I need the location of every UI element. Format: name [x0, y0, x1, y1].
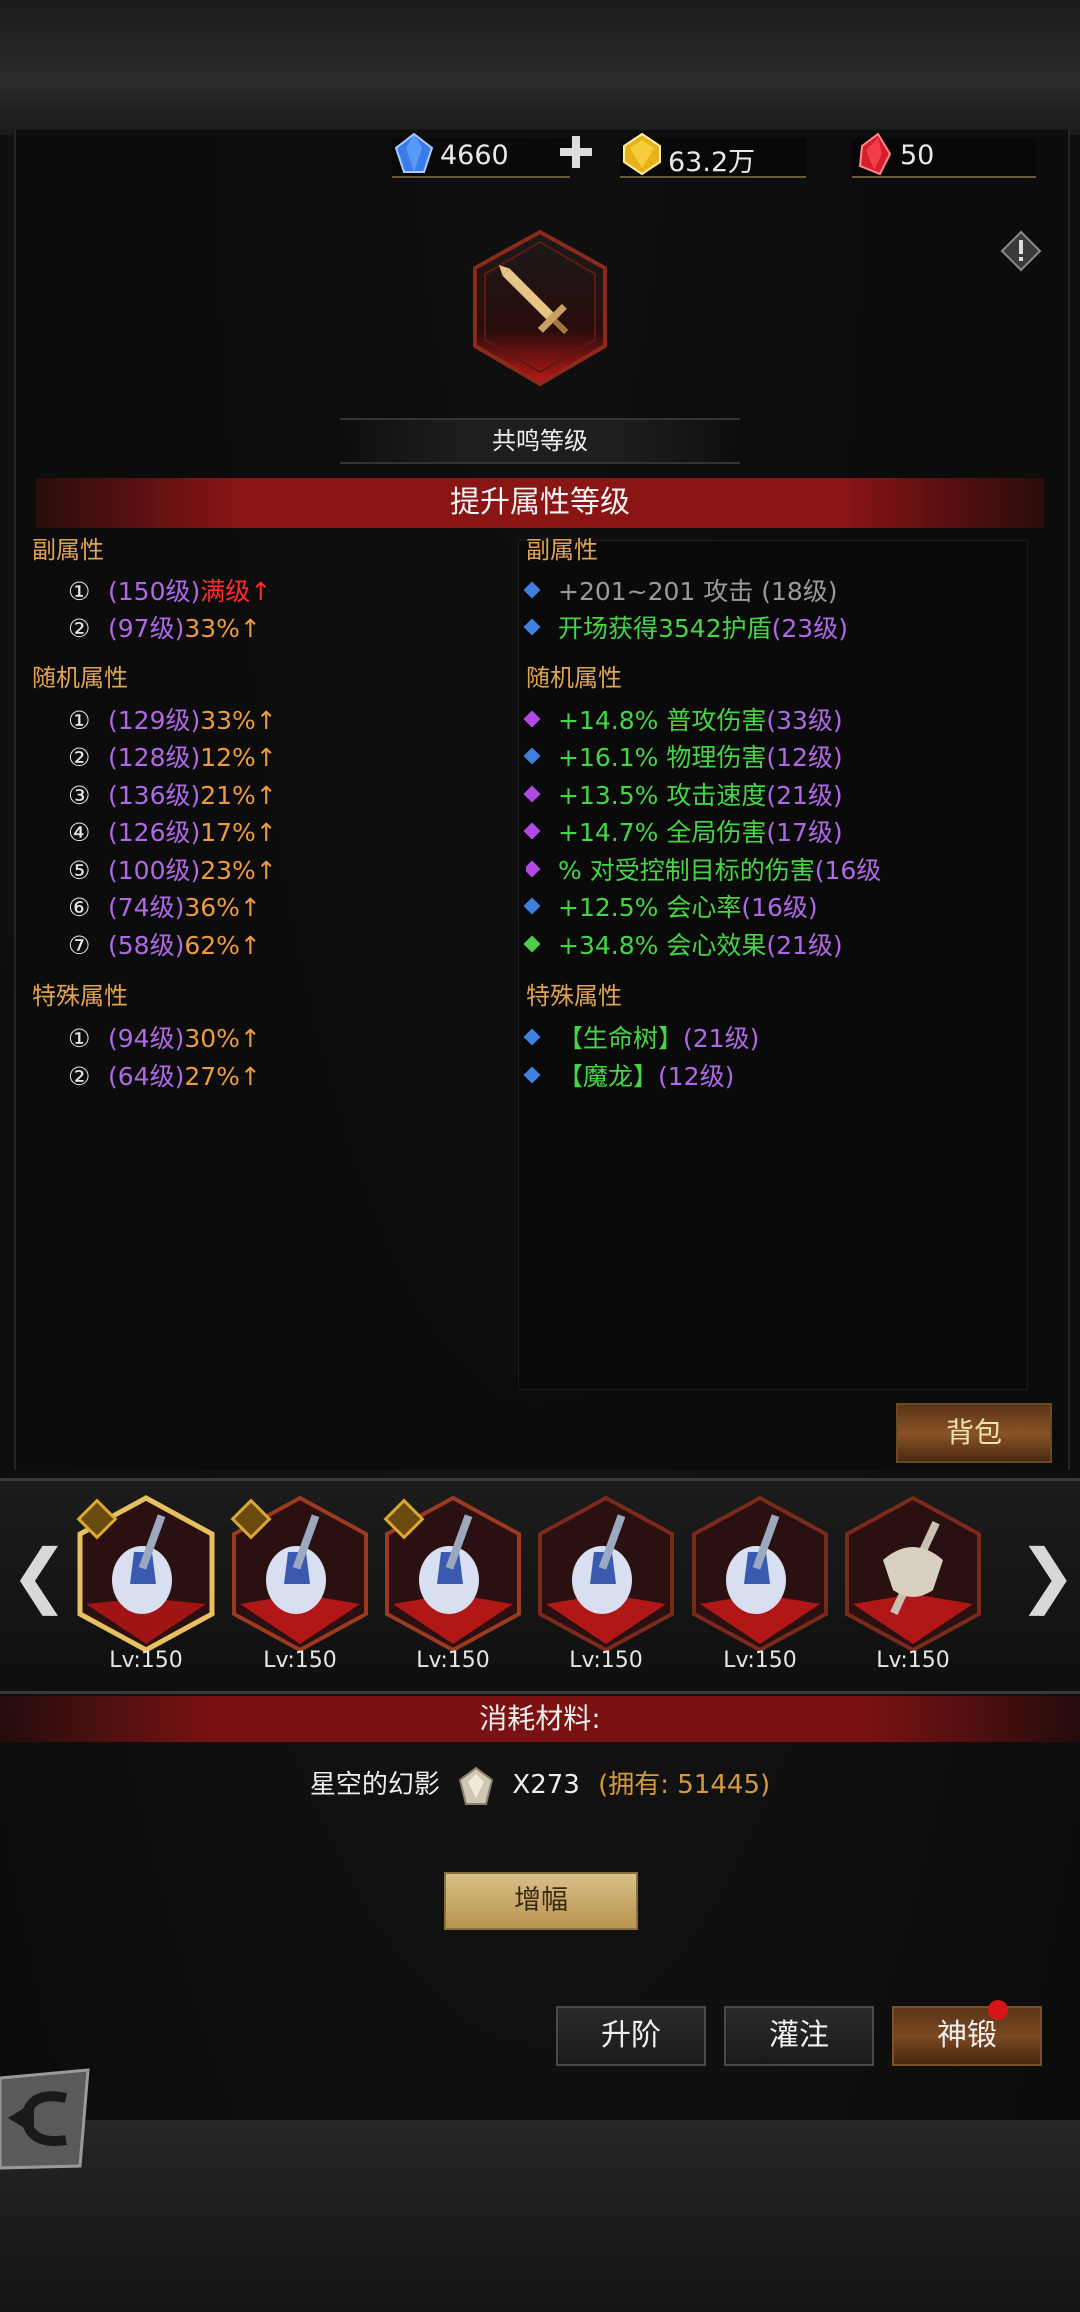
back-icon[interactable] [0, 2068, 96, 2172]
right-special-row: 【魔龙】(12级) [523, 1057, 734, 1093]
diamond-bullet-icon [523, 618, 541, 636]
left-random-row[interactable]: ③ (136级)21%↑ [68, 776, 277, 812]
equipment-slot-selected[interactable] [76, 1494, 216, 1654]
diamond-bullet-icon [526, 860, 541, 878]
diamond-bullet-icon [523, 822, 541, 840]
info-icon[interactable] [1000, 230, 1042, 272]
bag-button[interactable]: 背包 [896, 1403, 1052, 1463]
equipment-slot[interactable] [536, 1494, 676, 1654]
resonance-level-label: 共鸣等级 [340, 418, 740, 464]
right-random-row: +13.5% 攻击速度(21级) [523, 776, 843, 812]
diamond-bullet-icon [523, 1066, 541, 1084]
right-random-title: 随机属性 [526, 664, 622, 692]
diamond-bullet-icon [523, 747, 541, 765]
diamond-bullet-icon [523, 581, 541, 599]
left-secondary-row[interactable]: ① (150级)满级↑ [68, 572, 271, 608]
gold-amount: 63.2万 [668, 147, 756, 178]
left-special-row[interactable]: ② (64级)27%↑ [68, 1057, 261, 1093]
right-random-row: +34.8% 会心效果(21级) [523, 926, 843, 962]
right-secondary-row: +201~201 攻击 (18级) [523, 572, 838, 608]
right-random-row: +14.7% 全局伤害(17级) [523, 813, 843, 849]
top-bar [0, 0, 1080, 135]
left-secondary-row[interactable]: ② (97级)33%↑ [68, 609, 261, 645]
right-special-row: 【生命树】(21级) [523, 1019, 759, 1055]
right-random-row: +16.1% 物理伤害(12级) [523, 738, 843, 774]
carousel-next-button[interactable]: ❯ [1018, 1535, 1077, 1615]
left-special-row[interactable]: ① (94级)30%↑ [68, 1019, 261, 1055]
equipment-slot[interactable] [230, 1494, 370, 1654]
carousel-prev-button[interactable]: ❮ [10, 1535, 69, 1615]
left-random-row[interactable]: ① (129级)33%↑ [68, 701, 277, 737]
left-random-row[interactable]: ② (128级)12%↑ [68, 738, 277, 774]
phantom-material-icon [459, 1766, 494, 1805]
diamond-bullet-icon [523, 935, 541, 953]
diamond-amount: 4660 [440, 140, 509, 171]
gold-gem-icon [623, 132, 661, 176]
diamond-bullet-icon [523, 897, 541, 915]
blue-diamond-icon [394, 132, 434, 173]
forge-button[interactable]: 神锻 [892, 2006, 1042, 2066]
ascend-button[interactable]: 升阶 [556, 2006, 706, 2066]
left-random-row[interactable]: ⑤ (100级)23%↑ [68, 851, 277, 887]
right-secondary-row: 开场获得3542护盾(23级) [523, 609, 848, 645]
slot-level: Lv:150 [416, 1648, 490, 1673]
ruby-amount: 50 [900, 140, 935, 171]
diamond-bullet-icon [523, 1028, 541, 1046]
left-random-row[interactable]: ④ (126级)17%↑ [68, 813, 277, 849]
sword-emblem-icon [473, 229, 607, 387]
left-random-row[interactable]: ⑦ (58级)62%↑ [68, 926, 261, 962]
infuse-button[interactable]: 灌注 [724, 2006, 874, 2066]
right-random-row: +14.8% 普攻伤害(33级) [523, 701, 843, 737]
red-crystal-icon [858, 132, 892, 176]
left-random-row[interactable]: ⑥ (74级)36%↑ [68, 888, 261, 924]
right-random-row: % 对受控制目标的伤害(16级 [526, 851, 936, 887]
left-special-title: 特殊属性 [32, 982, 128, 1010]
right-secondary-title: 副属性 [526, 536, 598, 564]
slot-level: Lv:150 [263, 1648, 337, 1673]
slot-level: Lv:150 [876, 1648, 950, 1673]
upgrade-banner-title: 提升属性等级 [36, 478, 1044, 528]
diamond-bullet-icon [523, 785, 541, 803]
diamond-currency: 4660 [392, 132, 570, 178]
slot-level: Lv:150 [723, 1648, 797, 1673]
equipment-slot[interactable] [383, 1494, 523, 1654]
material-name: 星空的幻影 [309, 1770, 440, 1800]
add-diamond-icon[interactable] [558, 134, 594, 170]
right-special-title: 特殊属性 [526, 982, 622, 1010]
gold-currency: 63.2万 [620, 132, 806, 178]
amplify-button[interactable]: 增幅 [444, 1872, 638, 1930]
right-random-row: +12.5% 会心率(16级) [523, 888, 818, 924]
ruby-currency: 50 [852, 132, 1036, 178]
material-row: 星空的幻影 X273 (拥有: 51445) [0, 1764, 1080, 1806]
ground-backdrop [0, 2120, 1080, 2312]
slot-level: Lv:150 [569, 1648, 643, 1673]
left-random-title: 随机属性 [32, 664, 128, 692]
notification-dot [988, 2000, 1008, 2020]
consume-materials-title: 消耗材料: [0, 1696, 1080, 1742]
diamond-bullet-icon [523, 710, 541, 728]
equipment-slot[interactable] [690, 1494, 830, 1654]
equipment-slot[interactable] [843, 1494, 983, 1654]
material-owned: (拥有: 51445) [598, 1770, 771, 1800]
material-qty: X273 [512, 1770, 580, 1800]
left-secondary-title: 副属性 [32, 536, 104, 564]
slot-level: Lv:150 [109, 1648, 183, 1673]
